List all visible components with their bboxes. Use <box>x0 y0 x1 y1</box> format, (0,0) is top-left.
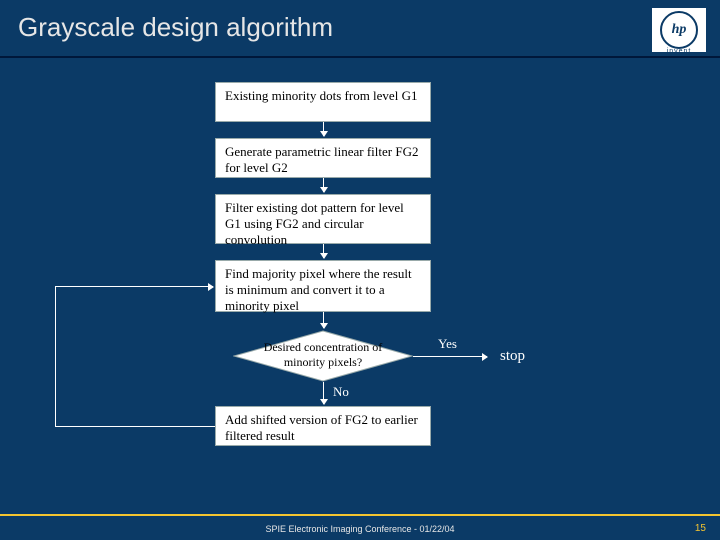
page-title: Grayscale design algorithm <box>18 12 333 43</box>
arrow-icon <box>323 312 324 328</box>
feedback-line <box>55 286 56 426</box>
flow-box-filter-pattern: Filter existing dot pattern for level G1… <box>215 194 431 244</box>
arrow-icon <box>55 286 213 287</box>
arrow-icon <box>413 356 487 357</box>
footer-divider <box>0 514 720 516</box>
hp-logo: hp invent <box>652 8 706 52</box>
flow-stop: stop <box>500 348 525 365</box>
title-bar: Grayscale design algorithm <box>0 0 720 58</box>
arrow-icon <box>323 122 324 136</box>
flowchart-canvas: Existing minority dots from level G1 Gen… <box>0 58 720 540</box>
flow-decision-text: Desired concentration of minority pixels… <box>253 340 393 370</box>
hp-logo-tagline: invent <box>652 48 706 55</box>
arrow-icon <box>323 178 324 192</box>
flow-box-input: Existing minority dots from level G1 <box>215 82 431 122</box>
hp-logo-mark: hp <box>660 11 698 49</box>
flow-box-find-majority: Find majority pixel where the result is … <box>215 260 431 312</box>
arrow-icon <box>323 382 324 404</box>
page-number: 15 <box>695 523 706 534</box>
feedback-line <box>55 426 215 427</box>
flow-decision: Desired concentration of minority pixels… <box>233 330 413 382</box>
label-yes: Yes <box>438 336 457 352</box>
arrow-icon <box>323 244 324 258</box>
footer-text: SPIE Electronic Imaging Conference - 01/… <box>0 524 720 534</box>
label-no: No <box>333 384 349 400</box>
flow-box-generate-filter: Generate parametric linear filter FG2 fo… <box>215 138 431 178</box>
flow-box-add-shifted: Add shifted version of FG2 to earlier fi… <box>215 406 431 446</box>
